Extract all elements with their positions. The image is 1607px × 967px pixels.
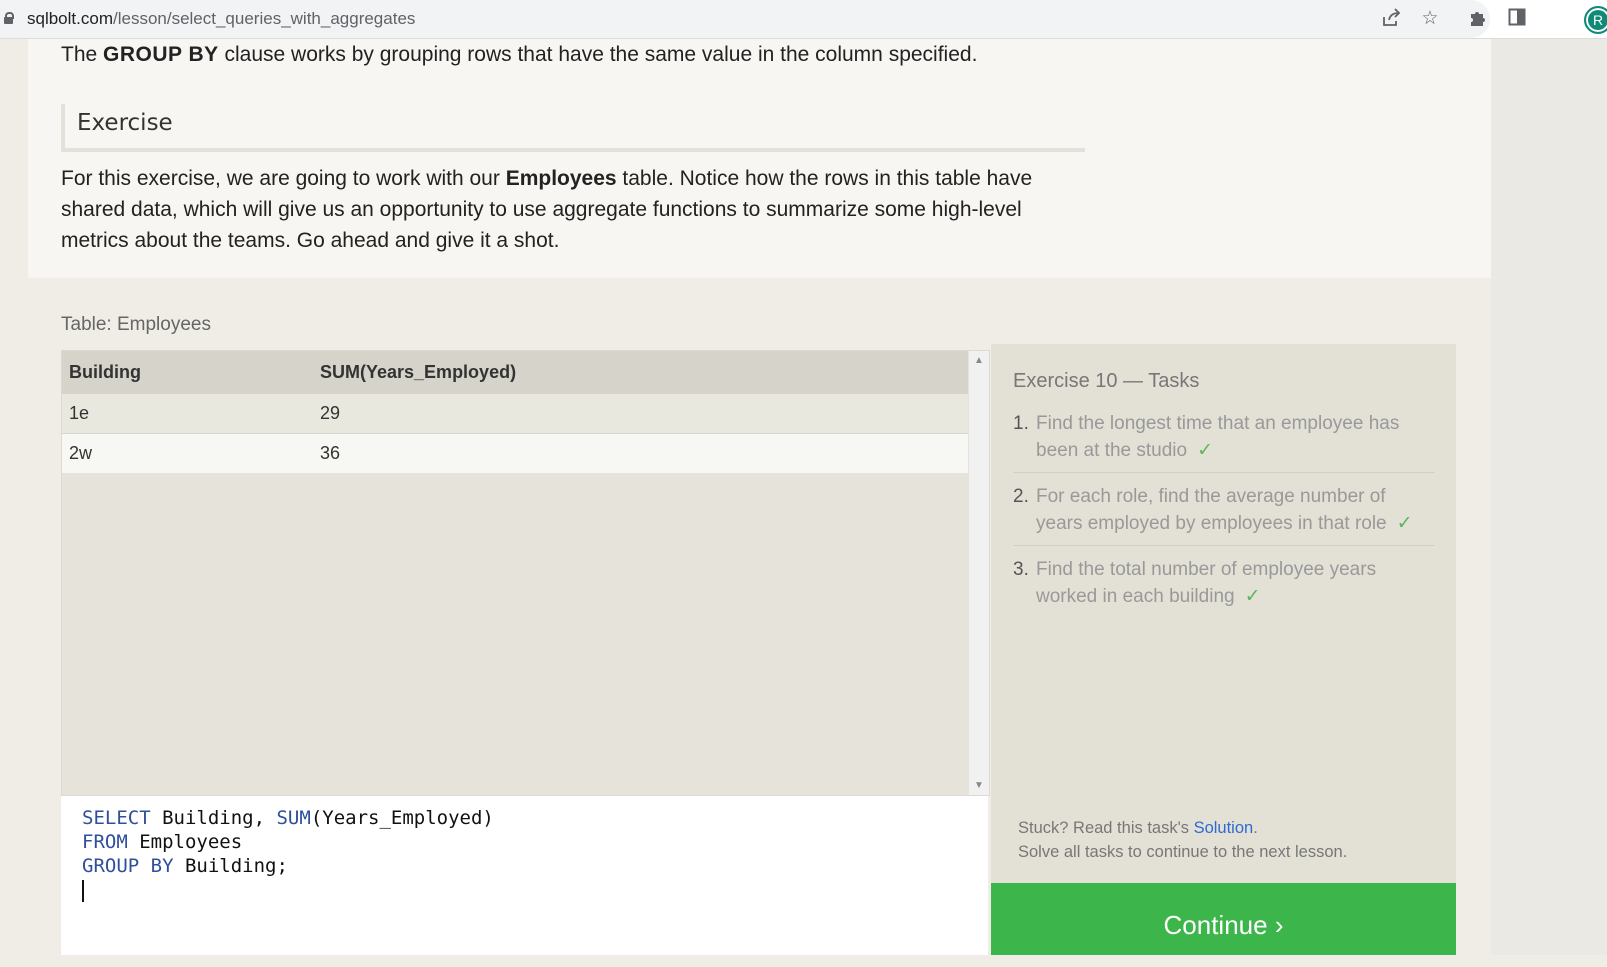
table-cell: 2w: [62, 433, 320, 473]
table-header-row: Building SUM(Years_Employed): [62, 351, 968, 394]
task-item: 3. Find the total number of employee year…: [1013, 556, 1435, 618]
solve-all-text: Solve all tasks to continue to the next …: [1018, 843, 1348, 861]
table-row: 1e 29: [62, 393, 968, 434]
group-by-intro: The GROUP BY clause works by grouping ro…: [61, 43, 977, 67]
exercise-workspace: Table: Employees Building SUM(Years_Empl…: [28, 278, 1491, 955]
extensions-puzzle-icon[interactable]: [1467, 8, 1489, 30]
checkmark-icon: ✓: [1197, 440, 1213, 461]
lock-icon[interactable]: [4, 12, 14, 24]
tasks-panel: Exercise 10 — Tasks 1. Find the longest t…: [991, 344, 1456, 883]
browser-toolbar: sqlbolt.com/lesson/select_queries_with_a…: [0, 0, 1607, 39]
column-header: Building: [62, 351, 320, 394]
task-text: Find the longest time that an employee h…: [1036, 413, 1400, 461]
results-table-panel: Building SUM(Years_Employed) 1e 29 2w 36…: [61, 350, 990, 796]
exercise-heading: Exercise: [61, 104, 1085, 152]
table-cell: 29: [320, 393, 968, 434]
column-header: SUM(Years_Employed): [320, 351, 968, 394]
intro-text-rest: clause works by grouping rows that have …: [218, 43, 978, 66]
share-icon[interactable]: [1380, 8, 1402, 30]
sql-text: Building;: [173, 855, 288, 877]
checkmark-icon: ✓: [1396, 513, 1413, 534]
para-text: For this exercise, we are going to work …: [61, 167, 506, 190]
para-table-name: Employees: [505, 167, 617, 190]
scroll-up-arrow-icon[interactable]: ▲: [974, 355, 984, 366]
task-text: For each role, find the average number o…: [1036, 486, 1387, 534]
sql-text: (Years_Employed): [310, 807, 494, 829]
table-row: 2w 36: [62, 433, 968, 473]
task-number: 3.: [1013, 559, 1029, 580]
text-cursor: [82, 879, 84, 902]
intro-text: The: [61, 43, 104, 66]
stuck-period: .: [1253, 819, 1258, 837]
exercise-description: For this exercise, we are going to work …: [61, 163, 1081, 256]
solution-link[interactable]: Solution: [1194, 819, 1254, 837]
task-item: 1. Find the longest time that an employee…: [1013, 410, 1435, 473]
results-table: Building SUM(Years_Employed) 1e 29 2w 36: [62, 351, 968, 473]
help-text: Stuck? Read this task's Solution. Solve …: [1018, 816, 1347, 864]
checkmark-icon: ✓: [1244, 586, 1261, 607]
intro-keyword: GROUP BY: [103, 43, 219, 66]
table-cell: 36: [320, 433, 968, 473]
profile-avatar[interactable]: R: [1584, 6, 1607, 34]
url-text[interactable]: sqlbolt.com/lesson/select_queries_with_a…: [27, 9, 415, 29]
sql-function: SUM: [276, 807, 311, 829]
scroll-down-arrow-icon[interactable]: ▼: [974, 780, 984, 791]
task-number: 1.: [1013, 413, 1029, 434]
table-cell: 1e: [62, 393, 320, 434]
task-number: 2.: [1013, 486, 1029, 507]
address-bar[interactable]: sqlbolt.com/lesson/select_queries_with_a…: [0, 0, 1490, 38]
sql-text: Building,: [150, 807, 277, 829]
side-panel-icon[interactable]: [1506, 8, 1528, 30]
continue-button[interactable]: Continue ›: [991, 883, 1456, 955]
lesson-content: The GROUP BY clause works by grouping ro…: [28, 39, 1491, 278]
url-host: sqlbolt.com: [27, 9, 113, 28]
table-label: Table: Employees: [61, 314, 211, 335]
task-text: Find the total number of employee years …: [1036, 559, 1377, 607]
exercise-heading-text: Exercise: [77, 110, 173, 136]
sql-editor[interactable]: SELECT Building, SUM(Years_Employed) FRO…: [61, 796, 988, 955]
url-path: /lesson/select_queries_with_aggregates: [112, 9, 416, 28]
tasks-title: Exercise 10 — Tasks: [1013, 370, 1200, 392]
sql-keyword: FROM: [82, 831, 128, 853]
sql-code[interactable]: SELECT Building, SUM(Years_Employed) FRO…: [82, 806, 494, 902]
right-gutter: [1491, 39, 1607, 955]
sql-text: Employees: [127, 831, 243, 853]
task-item: 2. For each role, find the average number…: [1013, 483, 1435, 546]
sql-keyword: SELECT: [82, 807, 151, 829]
stuck-text: Stuck? Read this task's: [1018, 819, 1194, 837]
task-list: 1. Find the longest time that an employee…: [1013, 410, 1435, 628]
sql-keyword: GROUP BY: [82, 855, 174, 877]
results-scrollbar[interactable]: ▲ ▼: [969, 351, 989, 795]
bookmark-star-icon[interactable]: ☆: [1419, 8, 1441, 30]
